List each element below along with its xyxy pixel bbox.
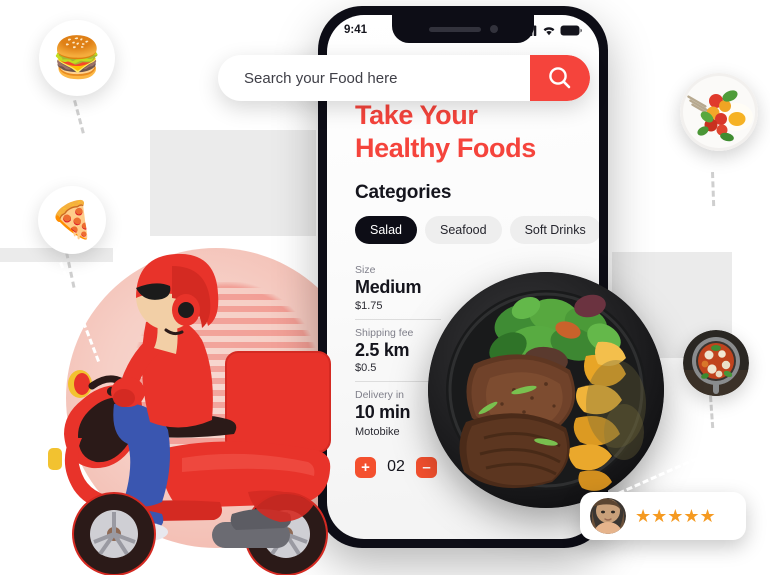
quantity-stepper: + 02 – bbox=[355, 456, 441, 478]
decrease-quantity-button[interactable]: – bbox=[416, 456, 437, 478]
detail-size-value: Medium bbox=[355, 276, 422, 297]
app-promo-screenshot: 🍔 🍕 9:41 Take Your Healthy Foods Categor… bbox=[0, 0, 770, 575]
order-details: Size Medium $1.75 Shipping fee 2.5 km $0… bbox=[355, 264, 441, 478]
detail-delivery-method: Motobike bbox=[355, 425, 400, 438]
detail-shipping-value: 2.5 km bbox=[355, 339, 410, 360]
breakfast-plate-image bbox=[680, 73, 758, 151]
categories-heading: Categories bbox=[355, 181, 452, 203]
quantity-value: 02 bbox=[387, 458, 405, 476]
category-chip-list: Salad Seafood Soft Drinks bbox=[355, 215, 599, 244]
wifi-icon bbox=[543, 26, 555, 35]
star-rating: ★★★★★ bbox=[635, 506, 716, 526]
phone-notch bbox=[392, 15, 534, 43]
avatar-image bbox=[590, 498, 626, 534]
detail-shipping: Shipping fee 2.5 km $0.5 bbox=[355, 318, 441, 382]
detail-size: Size Medium $1.75 bbox=[355, 264, 441, 319]
headline-line-2: Healthy Foods bbox=[355, 132, 536, 163]
rating-badge[interactable]: ★★★★★ bbox=[580, 492, 746, 540]
burger-bubble[interactable]: 🍔 bbox=[39, 20, 115, 96]
skillet-dish-photo[interactable] bbox=[683, 330, 749, 396]
connector-skillet-photo bbox=[709, 396, 715, 429]
delivery-scooter-rider bbox=[0, 252, 336, 575]
category-chip-salad[interactable]: Salad bbox=[355, 215, 417, 244]
category-chip-soft-drinks[interactable]: Soft Drinks bbox=[509, 215, 599, 244]
scooter-illustration bbox=[48, 253, 331, 575]
pizza-icon: 🍕 bbox=[49, 199, 95, 240]
search-input[interactable] bbox=[218, 69, 530, 87]
skillet-dish-image bbox=[683, 330, 749, 396]
featured-dish-photo[interactable] bbox=[428, 272, 664, 508]
steak-plate-image bbox=[428, 272, 664, 508]
burger-icon: 🍔 bbox=[52, 36, 102, 80]
reviewer-avatar bbox=[590, 498, 626, 534]
status-time: 9:41 bbox=[344, 24, 368, 36]
search-bar bbox=[218, 55, 590, 101]
battery-icon bbox=[560, 25, 582, 35]
breakfast-plate-photo[interactable] bbox=[680, 73, 758, 151]
speaker-icon bbox=[428, 26, 481, 32]
background-rect-top bbox=[150, 130, 316, 236]
connector-breakfast-photo bbox=[711, 172, 716, 207]
detail-size-price: $1.75 bbox=[355, 299, 383, 312]
pizza-bubble[interactable]: 🍕 bbox=[38, 186, 106, 254]
headline-line-1: Take Your bbox=[355, 100, 478, 130]
page-title: Take Your Healthy Foods bbox=[355, 99, 599, 165]
detail-shipping-price: $0.5 bbox=[355, 362, 377, 375]
search-button[interactable] bbox=[530, 55, 590, 101]
category-chip-seafood[interactable]: Seafood bbox=[424, 215, 502, 244]
search-icon bbox=[549, 67, 571, 89]
detail-size-label: Size bbox=[355, 263, 376, 276]
connector-burger bbox=[73, 100, 85, 134]
increase-quantity-button[interactable]: + bbox=[355, 456, 376, 478]
detail-shipping-label: Shipping fee bbox=[355, 326, 414, 339]
front-camera-icon bbox=[489, 25, 498, 33]
